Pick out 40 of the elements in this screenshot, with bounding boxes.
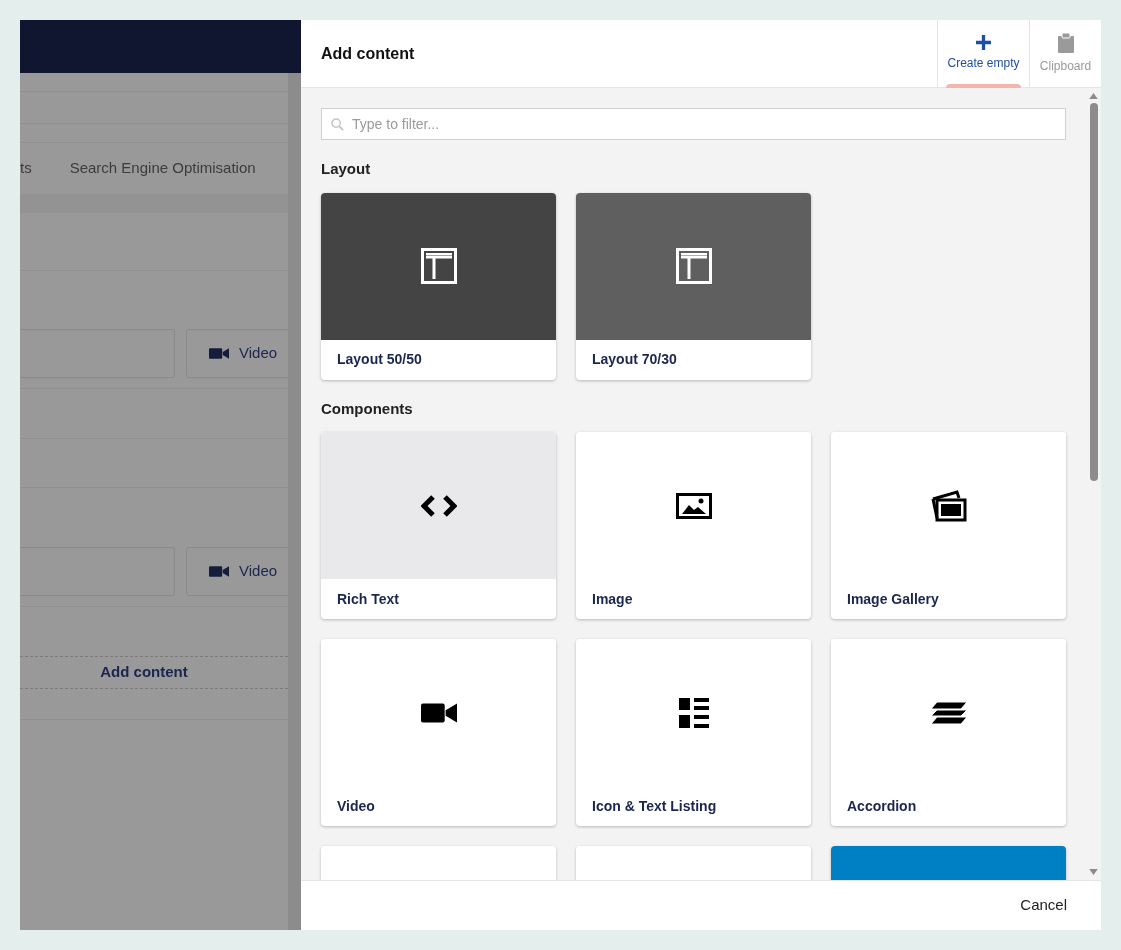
page-tab[interactable]: ts — [20, 157, 32, 180]
panel-title: Add content — [321, 43, 415, 64]
tile-label: Layout 70/30 — [592, 350, 677, 369]
content-tile[interactable]: Accordion — [831, 639, 1066, 826]
scroll-down-icon[interactable] — [1089, 869, 1098, 875]
tile-label: Image — [592, 589, 633, 609]
layout-icon — [420, 248, 457, 284]
gallery-icon — [930, 489, 967, 522]
video-camera-icon — [420, 702, 457, 723]
tile-label: Layout 50/50 — [337, 350, 422, 369]
tile-label: Image Gallery — [847, 589, 939, 609]
content-tile[interactable]: Image — [576, 432, 811, 619]
content-tile[interactable]: Layout 70/30 — [576, 192, 811, 380]
clipboard-icon — [1057, 32, 1074, 53]
filter-field[interactable]: Type to filter... — [321, 108, 1066, 140]
content-tile[interactable]: Video — [321, 639, 556, 826]
content-tile[interactable]: Image Gallery — [831, 432, 1066, 619]
layers-icon — [930, 700, 967, 725]
code-icon — [420, 494, 457, 517]
page-tab[interactable]: Search Engine Optimisation — [69, 157, 256, 180]
group-heading: Layout — [321, 159, 372, 179]
tile-label: Rich Text — [337, 589, 399, 609]
layout-icon — [675, 248, 712, 284]
add-content-button[interactable]: Add content — [20, 656, 288, 689]
group-heading: Components — [321, 398, 414, 419]
create-empty-button[interactable]: Create empty — [937, 20, 1029, 87]
video-camera-icon — [209, 347, 229, 360]
tile-label: Accordion — [847, 796, 917, 816]
content-tile[interactable]: Layout 50/50 — [321, 192, 556, 380]
tile-label: Icon & Text Listing — [592, 796, 717, 816]
list-icon — [678, 697, 709, 728]
search-icon — [331, 118, 344, 131]
content-tile[interactable]: Icon & Text Listing — [576, 639, 811, 826]
cancel-button[interactable]: Cancel — [1020, 894, 1067, 917]
tile-label: Video — [337, 796, 375, 816]
video-camera-icon — [209, 565, 229, 578]
scroll-up-icon[interactable] — [1089, 93, 1098, 99]
plus-icon — [976, 35, 991, 50]
content-tile[interactable]: Rich Text — [321, 432, 556, 619]
image-icon — [675, 492, 712, 519]
